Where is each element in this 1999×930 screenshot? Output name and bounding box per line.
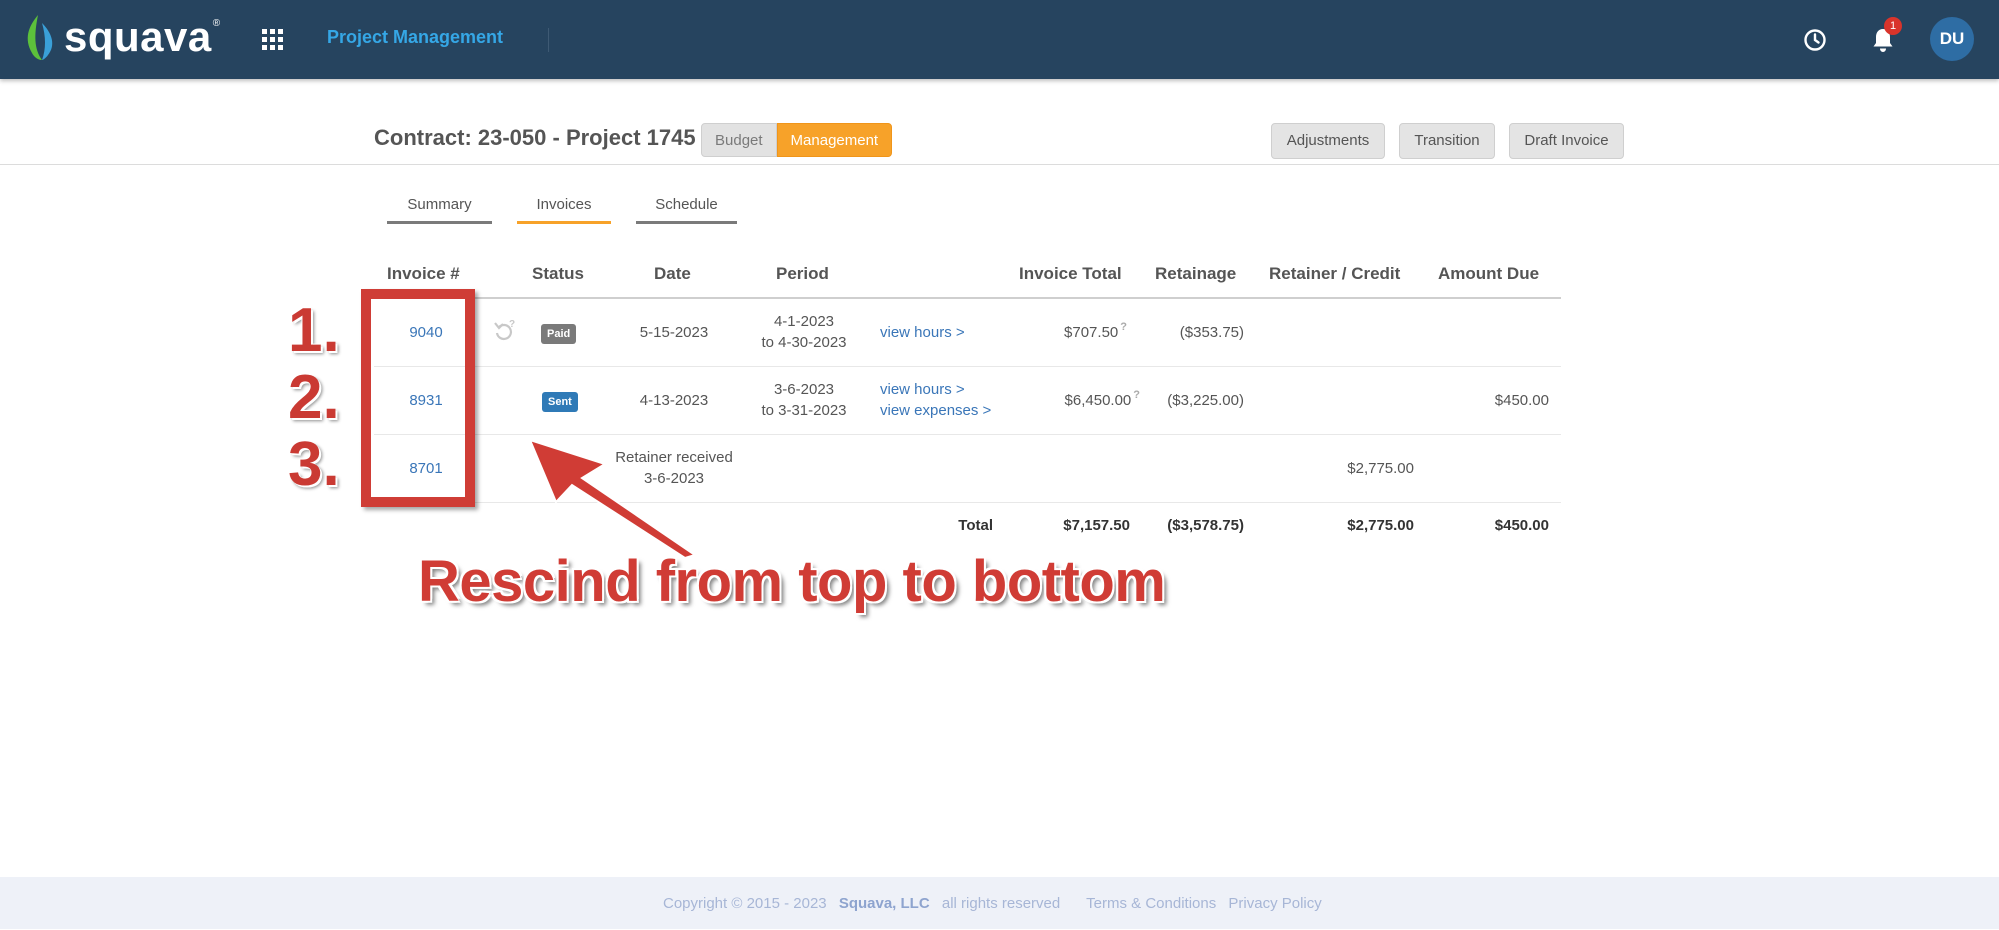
squava-logo[interactable]: squava ® <box>24 12 220 62</box>
brand-name: squava <box>64 13 212 60</box>
invoice-total: $6,450.00? <box>1010 389 1140 409</box>
annotation-arrow-icon <box>528 438 698 560</box>
header-retainer-credit[interactable]: Retainer / Credit <box>1269 264 1400 284</box>
notification-count-badge: 1 <box>1884 17 1902 35</box>
table-header-divider <box>374 297 1561 299</box>
total-retainer-credit: $2,775.00 <box>1347 517 1414 534</box>
invoice-date: 5-15-2023 <box>639 324 709 341</box>
rights-text: all rights reserved <box>941 895 1061 912</box>
app-title[interactable]: Project Management <box>327 27 503 48</box>
top-navigation-bar: squava ® Project Management 1 DU <box>0 0 1999 79</box>
totals-label: Total <box>958 517 993 534</box>
budget-view-button[interactable]: Budget <box>701 123 777 157</box>
period-end: to 4-30-2023 <box>761 334 847 351</box>
invoice-total-value: $707.50 <box>1064 324 1119 341</box>
annotation-number-1: 1. <box>288 296 340 365</box>
annotation-number-3: 3. <box>288 430 340 499</box>
period-start: 4-1-2023 <box>773 313 835 330</box>
total-retainage: ($3,578.75) <box>1167 517 1244 534</box>
period-start: 3-6-2023 <box>773 381 835 398</box>
status-badge: Sent <box>542 392 578 412</box>
tab-schedule-underline <box>636 221 737 224</box>
rescind-icon[interactable]: ? <box>491 318 517 344</box>
annotation-highlight-box <box>361 289 475 507</box>
header-retainage[interactable]: Retainage <box>1155 264 1236 284</box>
row-divider <box>374 366 1561 367</box>
footer: Copyright © 2015 - 2023 Squava, LLC all … <box>0 877 1999 929</box>
invoice-date: 4-13-2023 <box>639 392 709 409</box>
view-toggle: Budget Management <box>701 123 893 157</box>
user-avatar[interactable]: DU <box>1930 17 1974 61</box>
tab-schedule-label: Schedule <box>655 196 718 213</box>
transition-button[interactable]: Transition <box>1399 123 1495 159</box>
leaf-logo-icon <box>27 15 53 60</box>
view-hours-link[interactable]: view hours > <box>880 381 965 398</box>
total-amount-due: $450.00 <box>1494 517 1549 534</box>
annotation-caption: Rescind from top to bottom <box>418 549 1166 614</box>
privacy-link[interactable]: Privacy Policy <box>1228 895 1321 912</box>
apps-grid-icon[interactable] <box>262 29 284 51</box>
copyright-text: Copyright © 2015 - 2023 <box>663 895 827 912</box>
header-date[interactable]: Date <box>654 264 691 284</box>
view-hours-link[interactable]: view hours > <box>880 324 965 341</box>
annotation-number-2: 2. <box>288 363 340 432</box>
header-period[interactable]: Period <box>776 264 829 284</box>
tab-schedule[interactable]: Schedule <box>636 196 737 224</box>
total-invoice-total: $7,157.50 <box>1063 517 1130 534</box>
help-icon[interactable]: ? <box>1120 321 1127 333</box>
section-divider <box>0 164 1999 165</box>
amount-due-value: $450.00 <box>1494 392 1549 409</box>
status-badge: Paid <box>541 324 577 344</box>
help-icon[interactable]: ? <box>1133 389 1140 401</box>
header-amount-due[interactable]: Amount Due <box>1438 264 1539 284</box>
tab-summary-underline <box>387 221 492 224</box>
header-invoice-total[interactable]: Invoice Total <box>1019 264 1122 284</box>
retainage-value: ($353.75) <box>1179 324 1244 341</box>
registered-mark: ® <box>212 17 221 29</box>
draft-invoice-button[interactable]: Draft Invoice <box>1509 123 1624 159</box>
adjustments-button[interactable]: Adjustments <box>1271 123 1385 159</box>
management-view-button[interactable]: Management <box>776 123 893 157</box>
tab-summary-label: Summary <box>407 196 472 213</box>
period-end: to 3-31-2023 <box>761 402 847 419</box>
tab-invoices-label: Invoices <box>536 196 592 213</box>
retainage-value: ($3,225.00) <box>1167 392 1244 409</box>
tab-summary[interactable]: Summary <box>387 196 492 224</box>
view-expenses-link[interactable]: view expenses > <box>880 402 991 419</box>
invoice-total-value: $6,450.00 <box>1064 392 1132 409</box>
tab-invoices-underline <box>517 221 611 224</box>
terms-link[interactable]: Terms & Conditions <box>1086 895 1216 912</box>
header-divider <box>548 28 549 52</box>
contract-title: Contract: 23-050 - Project 1745 <box>374 125 696 150</box>
clock-icon[interactable] <box>1803 28 1827 52</box>
tab-invoices[interactable]: Invoices <box>517 196 611 224</box>
company-name: Squava, LLC <box>838 895 930 912</box>
header-status[interactable]: Status <box>532 264 584 284</box>
retainer-credit-value: $2,775.00 <box>1347 460 1414 477</box>
invoice-total: $707.50? <box>1010 321 1127 341</box>
svg-text:?: ? <box>509 319 515 330</box>
header-invoice-number[interactable]: Invoice # <box>387 264 460 284</box>
